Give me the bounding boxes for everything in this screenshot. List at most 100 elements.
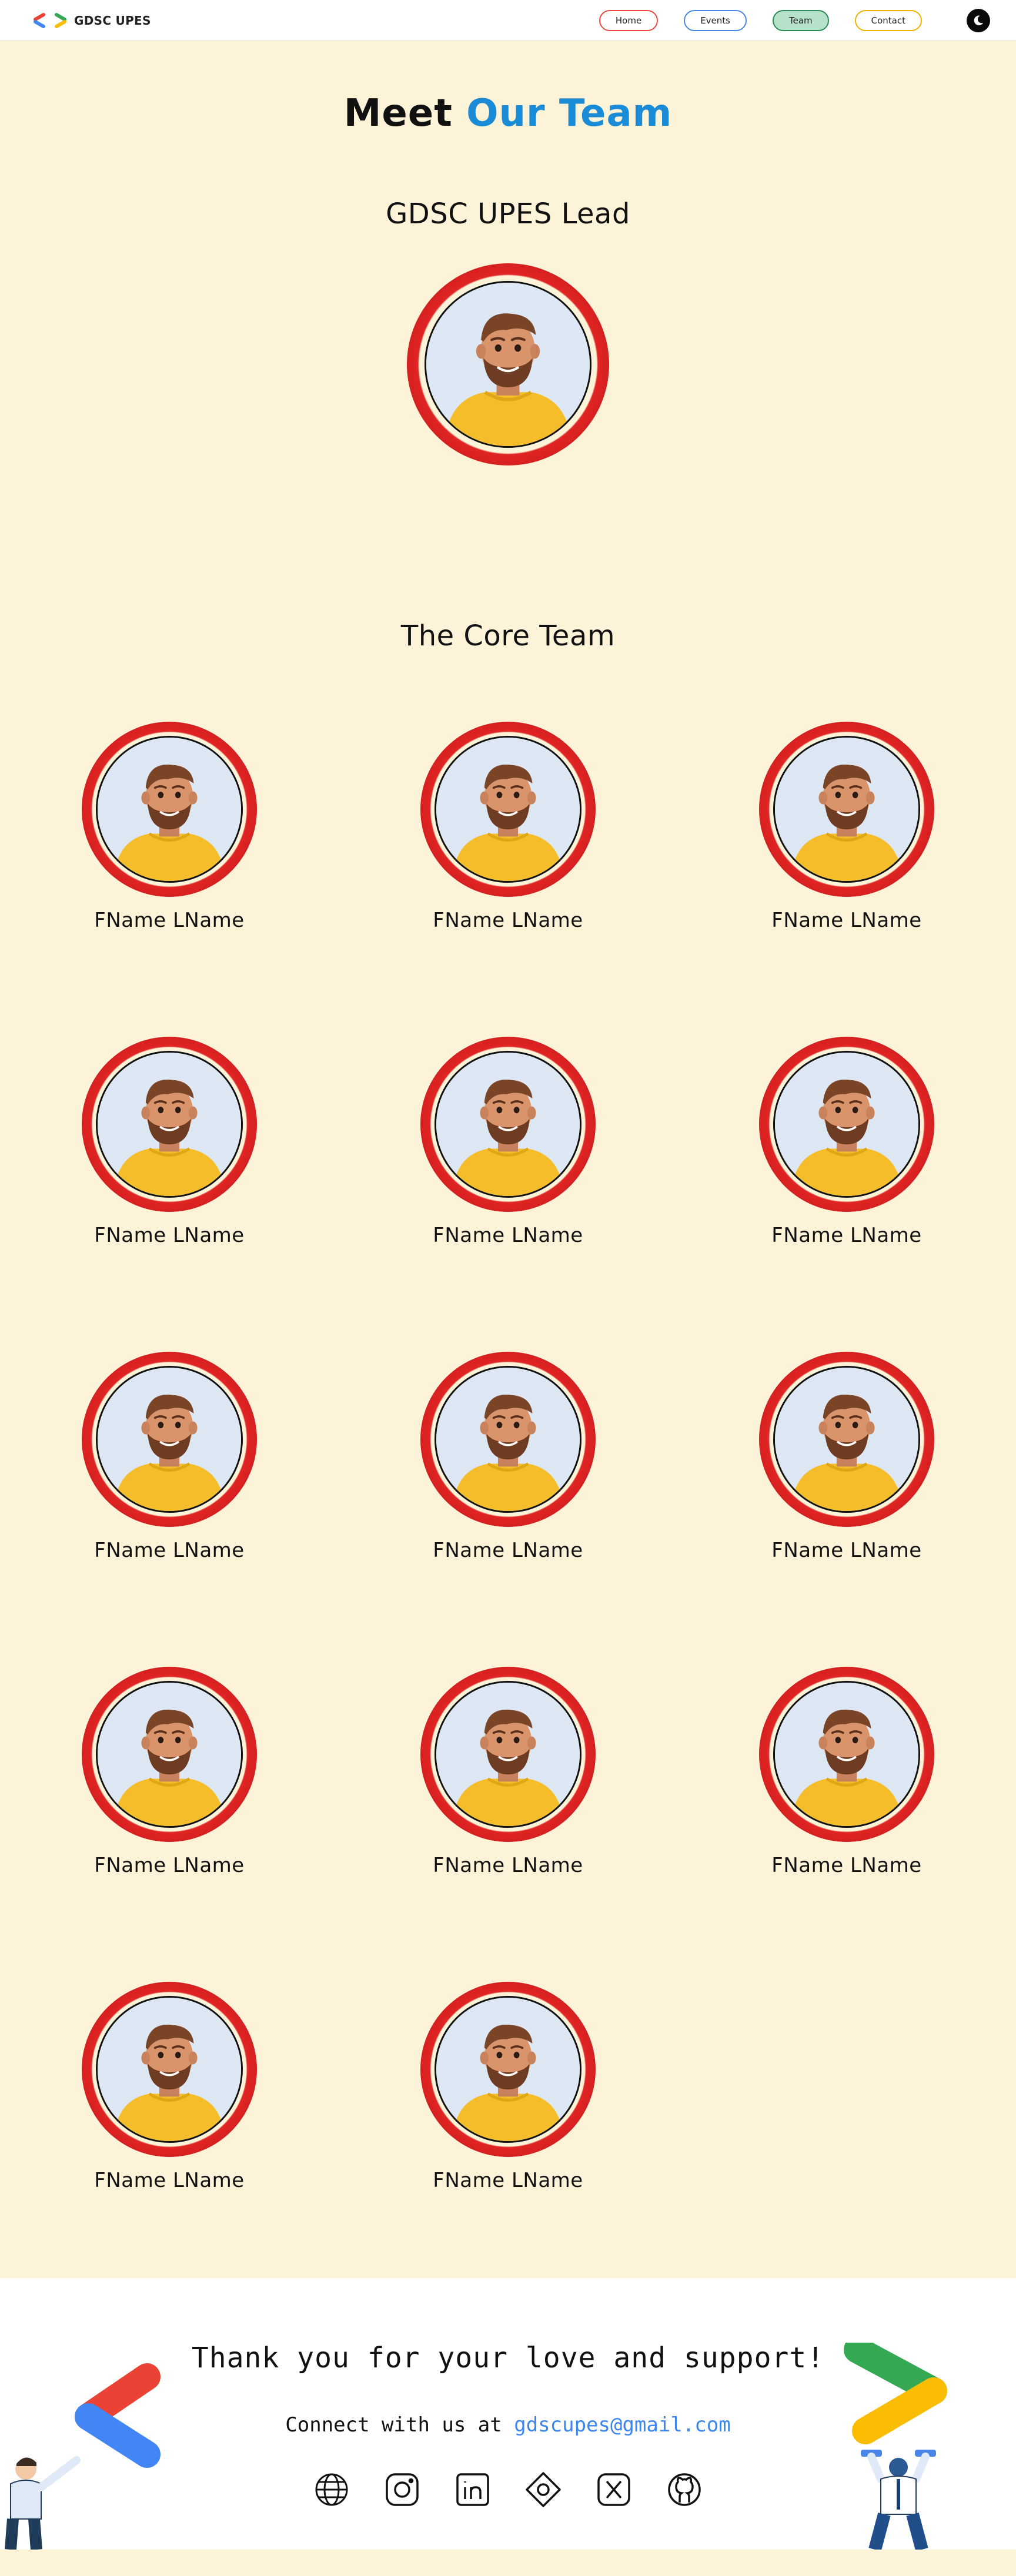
member-name: FName LName <box>94 1224 245 1247</box>
footer-connect-prefix: Connect with us at <box>285 2413 502 2437</box>
person-avatar-illustration <box>98 1998 241 2141</box>
team-member-card: FName LName <box>0 722 339 932</box>
team-member-card: FName LName <box>339 1037 677 1247</box>
member-avatar <box>420 1667 596 1842</box>
page-title: Meet Our Team <box>0 92 1016 135</box>
member-name: FName LName <box>94 1854 245 1877</box>
nav-contact-link[interactable]: Contact <box>854 10 922 31</box>
footer: Thank you for your love and support! Con… <box>0 2278 1016 2550</box>
person-avatar-illustration <box>98 1053 241 1196</box>
member-avatar <box>759 722 934 897</box>
globe-icon[interactable] <box>313 2471 350 2508</box>
member-avatar <box>759 1667 934 1842</box>
member-avatar <box>420 722 596 897</box>
nav-links: Home Events Team Contact <box>599 10 922 31</box>
person-avatar-icon <box>773 1366 920 1513</box>
member-name: FName LName <box>771 909 922 932</box>
nav-events-link[interactable]: Events <box>684 10 747 31</box>
page-title-prefix: Meet <box>343 92 453 135</box>
github-icon[interactable] <box>666 2471 703 2508</box>
member-avatar <box>420 1352 596 1527</box>
lead-section-title: GDSC UPES Lead <box>386 197 630 230</box>
person-avatar-illustration <box>426 283 590 446</box>
person-avatar-icon <box>425 281 591 448</box>
member-avatar <box>82 1667 257 1842</box>
member-avatar <box>82 1352 257 1527</box>
member-name: FName LName <box>771 1854 922 1877</box>
person-avatar-illustration <box>436 1053 580 1196</box>
top-navbar: GDSC UPES Home Events Team Contact <box>0 0 1016 41</box>
person-avatar-illustration <box>775 1683 918 1826</box>
member-avatar <box>759 1037 934 1212</box>
member-avatar <box>82 1037 257 1212</box>
person-avatar-icon <box>435 1681 581 1828</box>
person-avatar-icon <box>435 736 581 883</box>
member-avatar <box>82 722 257 897</box>
person-avatar-icon <box>96 1681 243 1828</box>
person-avatar-icon <box>96 1996 243 2143</box>
member-name: FName LName <box>94 909 245 932</box>
instagram-icon[interactable] <box>383 2471 421 2508</box>
person-avatar-illustration <box>775 738 918 881</box>
member-name: FName LName <box>433 1224 583 1247</box>
person-avatar-icon <box>435 1996 581 2143</box>
team-member-card: FName LName <box>677 1037 1016 1247</box>
person-avatar-illustration <box>436 1683 580 1826</box>
team-member-card: FName LName <box>0 1667 339 1877</box>
team-member-card: FName LName <box>0 1037 339 1247</box>
member-name: FName LName <box>433 909 583 932</box>
team-member-card: FName LName <box>677 1667 1016 1877</box>
team-member-card: FName LName <box>339 1352 677 1562</box>
person-avatar-illustration <box>98 1683 241 1826</box>
lead-avatar <box>407 263 609 465</box>
member-name: FName LName <box>771 1539 922 1562</box>
linkedin-icon[interactable] <box>454 2471 492 2508</box>
nav-team-link[interactable]: Team <box>772 10 829 31</box>
brand[interactable]: GDSC UPES <box>33 13 151 28</box>
brand-name: GDSC UPES <box>74 14 151 28</box>
footer-email-link[interactable]: gdscupes@gmail.com <box>514 2413 730 2437</box>
member-name: FName LName <box>94 1539 245 1562</box>
member-avatar <box>420 1037 596 1212</box>
person-avatar-icon <box>96 1051 243 1198</box>
core-section-title: The Core Team <box>400 619 616 652</box>
page-title-accent: Our Team <box>466 92 673 135</box>
person-avatar-icon <box>435 1051 581 1198</box>
member-name: FName LName <box>94 2169 245 2192</box>
gdsc-logo-icon <box>34 13 66 28</box>
person-avatar-illustration <box>775 1053 918 1196</box>
member-name: FName LName <box>771 1224 922 1247</box>
x-twitter-icon[interactable] <box>595 2471 633 2508</box>
person-avatar-illustration <box>775 1368 918 1511</box>
person-avatar-icon <box>773 1681 920 1828</box>
team-member-card: FName LName <box>677 722 1016 932</box>
member-name: FName LName <box>433 1854 583 1877</box>
person-avatar-icon <box>96 736 243 883</box>
moon-icon <box>974 15 984 26</box>
team-member-card: FName LName <box>0 1982 339 2192</box>
person-avatar-illustration <box>98 1368 241 1511</box>
person-holding-arrow-illustration <box>844 2343 947 2550</box>
team-member-card: FName LName <box>339 1667 677 1877</box>
member-avatar <box>420 1982 596 2157</box>
person-avatar-icon <box>773 736 920 883</box>
person-avatar-illustration <box>436 1998 580 2141</box>
person-avatar-icon <box>96 1366 243 1513</box>
medium-icon[interactable] <box>524 2471 562 2508</box>
person-avatar-icon <box>435 1366 581 1513</box>
team-member-card: FName LName <box>0 1352 339 1562</box>
team-member-card: FName LName <box>677 1352 1016 1562</box>
theme-toggle-button[interactable] <box>967 9 990 32</box>
person-avatar-illustration <box>98 738 241 881</box>
nav-home-link[interactable]: Home <box>599 10 659 31</box>
member-name: FName LName <box>433 2169 583 2192</box>
member-avatar <box>759 1352 934 1527</box>
person-avatar-icon <box>773 1051 920 1198</box>
team-member-card: FName LName <box>339 722 677 932</box>
team-member-card: FName LName <box>339 1982 677 2192</box>
member-avatar <box>82 1982 257 2157</box>
core-team-grid: FName LName FName LName FName LName FNam… <box>0 722 1016 2192</box>
member-name: FName LName <box>433 1539 583 1562</box>
person-avatar-illustration <box>436 1368 580 1511</box>
person-avatar-illustration <box>436 738 580 881</box>
